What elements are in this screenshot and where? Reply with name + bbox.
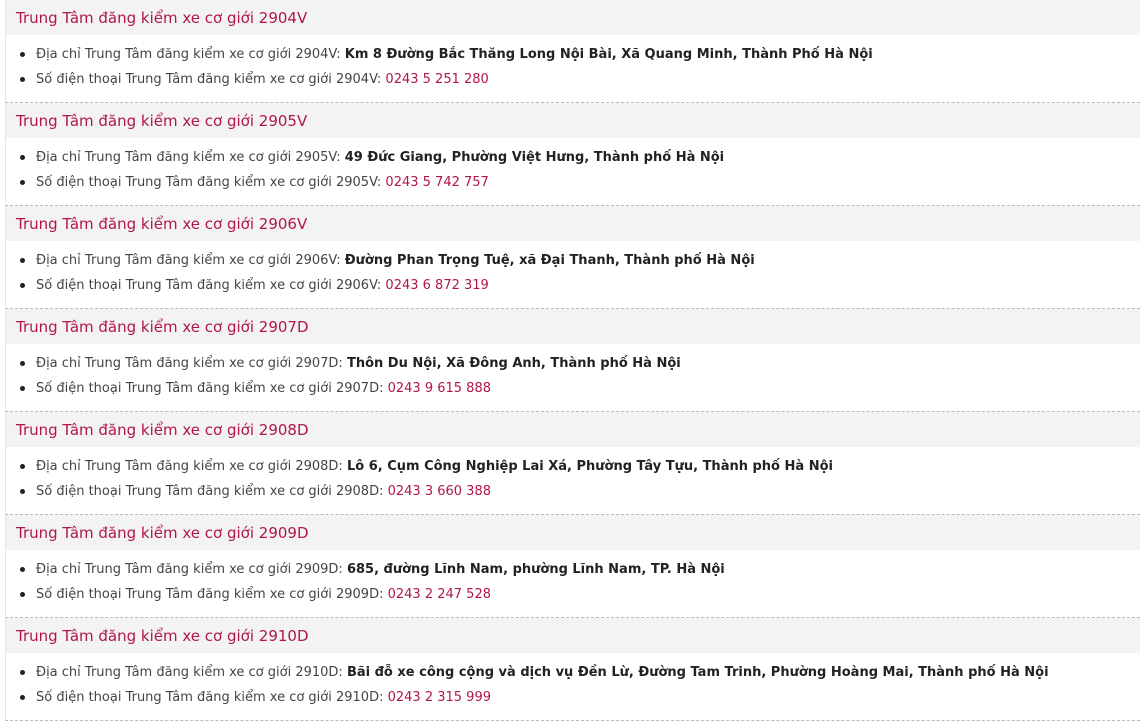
center-details: Địa chỉ Trung Tâm đăng kiểm xe cơ giới 2… bbox=[6, 241, 1140, 298]
bullet-icon bbox=[20, 361, 25, 366]
bullet-icon bbox=[20, 180, 25, 185]
address-item: Địa chỉ Trung Tâm đăng kiểm xe cơ giới 2… bbox=[16, 145, 1140, 170]
address-value: Bãi đỗ xe công cộng và dịch vụ Đền Lừ, Đ… bbox=[346, 665, 1049, 680]
address-item: Địa chỉ Trung Tâm đăng kiểm xe cơ giới 2… bbox=[16, 660, 1140, 685]
center-details: Địa chỉ Trung Tâm đăng kiểm xe cơ giới 2… bbox=[6, 35, 1140, 92]
address-label: Địa chỉ Trung Tâm đăng kiểm xe cơ giới 2… bbox=[36, 47, 345, 62]
phone-link[interactable]: 0243 5 251 280 bbox=[385, 72, 488, 87]
address-value: Đường Phan Trọng Tuệ, xã Đại Thanh, Thàn… bbox=[344, 253, 755, 268]
phone-label: Số điện thoại Trung Tâm đăng kiểm xe cơ … bbox=[36, 484, 388, 499]
phone-item: Số điện thoại Trung Tâm đăng kiểm xe cơ … bbox=[16, 170, 1140, 195]
address-label: Địa chỉ Trung Tâm đăng kiểm xe cơ giới 2… bbox=[36, 562, 347, 577]
phone-link[interactable]: 0243 9 615 888 bbox=[388, 381, 491, 396]
center-title-bar: Trung Tâm đăng kiểm xe cơ giới 2906V bbox=[6, 206, 1140, 241]
bullet-icon bbox=[20, 489, 25, 494]
center-details: Địa chỉ Trung Tâm đăng kiểm xe cơ giới 2… bbox=[6, 550, 1140, 607]
bullet-icon bbox=[20, 567, 25, 572]
phone-item: Số điện thoại Trung Tâm đăng kiểm xe cơ … bbox=[16, 582, 1140, 607]
center-2910d: Trung Tâm đăng kiểm xe cơ giới 2910D Địa… bbox=[5, 618, 1140, 721]
address-value: 49 Đức Giang, Phường Việt Hưng, Thành ph… bbox=[344, 150, 725, 165]
bullet-icon bbox=[20, 258, 25, 263]
phone-link[interactable]: 0243 5 742 757 bbox=[385, 175, 488, 190]
center-2908d: Trung Tâm đăng kiểm xe cơ giới 2908D Địa… bbox=[5, 412, 1140, 515]
center-details: Địa chỉ Trung Tâm đăng kiểm xe cơ giới 2… bbox=[6, 653, 1140, 710]
center-title-bar: Trung Tâm đăng kiểm xe cơ giới 2907D bbox=[6, 309, 1140, 344]
address-label: Địa chỉ Trung Tâm đăng kiểm xe cơ giới 2… bbox=[36, 459, 347, 474]
center-title-bar: Trung Tâm đăng kiểm xe cơ giới 2909D bbox=[6, 515, 1140, 550]
phone-item: Số điện thoại Trung Tâm đăng kiểm xe cơ … bbox=[16, 273, 1140, 298]
center-details: Địa chỉ Trung Tâm đăng kiểm xe cơ giới 2… bbox=[6, 344, 1140, 401]
bullet-icon bbox=[20, 52, 25, 57]
bullet-icon bbox=[20, 77, 25, 82]
phone-label: Số điện thoại Trung Tâm đăng kiểm xe cơ … bbox=[36, 72, 386, 87]
phone-item: Số điện thoại Trung Tâm đăng kiểm xe cơ … bbox=[16, 67, 1140, 92]
address-value: Thôn Du Nội, Xã Đông Anh, Thành phố Hà N… bbox=[346, 356, 681, 371]
phone-label: Số điện thoại Trung Tâm đăng kiểm xe cơ … bbox=[36, 278, 386, 293]
center-2904v: Trung Tâm đăng kiểm xe cơ giới 2904V Địa… bbox=[5, 0, 1140, 103]
address-value: Km 8 Đường Bắc Thăng Long Nội Bài, Xã Qu… bbox=[344, 47, 873, 62]
phone-label: Số điện thoại Trung Tâm đăng kiểm xe cơ … bbox=[36, 690, 388, 705]
center-title: Trung Tâm đăng kiểm xe cơ giới 2905V bbox=[16, 111, 308, 130]
phone-label: Số điện thoại Trung Tâm đăng kiểm xe cơ … bbox=[36, 175, 386, 190]
center-2906v: Trung Tâm đăng kiểm xe cơ giới 2906V Địa… bbox=[5, 206, 1140, 309]
center-title-bar: Trung Tâm đăng kiểm xe cơ giới 2905V bbox=[6, 103, 1140, 138]
address-item: Địa chỉ Trung Tâm đăng kiểm xe cơ giới 2… bbox=[16, 557, 1140, 582]
center-details: Địa chỉ Trung Tâm đăng kiểm xe cơ giới 2… bbox=[6, 138, 1140, 195]
center-title: Trung Tâm đăng kiểm xe cơ giới 2907D bbox=[16, 317, 309, 336]
center-title-bar: Trung Tâm đăng kiểm xe cơ giới 2908D bbox=[6, 412, 1140, 447]
address-item: Địa chỉ Trung Tâm đăng kiểm xe cơ giới 2… bbox=[16, 454, 1140, 479]
center-title-bar: Trung Tâm đăng kiểm xe cơ giới 2904V bbox=[6, 0, 1140, 35]
address-label: Địa chỉ Trung Tâm đăng kiểm xe cơ giới 2… bbox=[36, 356, 347, 371]
phone-label: Số điện thoại Trung Tâm đăng kiểm xe cơ … bbox=[36, 381, 388, 396]
center-title: Trung Tâm đăng kiểm xe cơ giới 2909D bbox=[16, 523, 309, 542]
address-value: 685, đường Lĩnh Nam, phường Lĩnh Nam, TP… bbox=[346, 562, 725, 577]
inspection-center-list: Trung Tâm đăng kiểm xe cơ giới 2904V Địa… bbox=[0, 0, 1140, 726]
address-item: Địa chỉ Trung Tâm đăng kiểm xe cơ giới 2… bbox=[16, 42, 1140, 67]
center-title: Trung Tâm đăng kiểm xe cơ giới 2906V bbox=[16, 214, 308, 233]
phone-link[interactable]: 0243 6 872 319 bbox=[385, 278, 488, 293]
phone-item: Số điện thoại Trung Tâm đăng kiểm xe cơ … bbox=[16, 479, 1140, 504]
center-title: Trung Tâm đăng kiểm xe cơ giới 2904V bbox=[16, 8, 308, 27]
address-label: Địa chỉ Trung Tâm đăng kiểm xe cơ giới 2… bbox=[36, 665, 347, 680]
phone-link[interactable]: 0243 2 247 528 bbox=[388, 587, 491, 602]
bullet-icon bbox=[20, 155, 25, 160]
center-title: Trung Tâm đăng kiểm xe cơ giới 2908D bbox=[16, 420, 309, 439]
bullet-icon bbox=[20, 695, 25, 700]
bullet-icon bbox=[20, 283, 25, 288]
center-details: Địa chỉ Trung Tâm đăng kiểm xe cơ giới 2… bbox=[6, 447, 1140, 504]
phone-link[interactable]: 0243 2 315 999 bbox=[388, 690, 491, 705]
address-label: Địa chỉ Trung Tâm đăng kiểm xe cơ giới 2… bbox=[36, 253, 345, 268]
center-2905v: Trung Tâm đăng kiểm xe cơ giới 2905V Địa… bbox=[5, 103, 1140, 206]
bullet-icon bbox=[20, 592, 25, 597]
phone-item: Số điện thoại Trung Tâm đăng kiểm xe cơ … bbox=[16, 376, 1140, 401]
address-label: Địa chỉ Trung Tâm đăng kiểm xe cơ giới 2… bbox=[36, 150, 345, 165]
bullet-icon bbox=[20, 386, 25, 391]
phone-label: Số điện thoại Trung Tâm đăng kiểm xe cơ … bbox=[36, 587, 388, 602]
address-value: Lô 6, Cụm Công Nghiệp Lai Xá, Phường Tây… bbox=[346, 459, 833, 474]
address-item: Địa chỉ Trung Tâm đăng kiểm xe cơ giới 2… bbox=[16, 351, 1140, 376]
center-2907d: Trung Tâm đăng kiểm xe cơ giới 2907D Địa… bbox=[5, 309, 1140, 412]
bullet-icon bbox=[20, 464, 25, 469]
phone-item: Số điện thoại Trung Tâm đăng kiểm xe cơ … bbox=[16, 685, 1140, 710]
address-item: Địa chỉ Trung Tâm đăng kiểm xe cơ giới 2… bbox=[16, 248, 1140, 273]
phone-link[interactable]: 0243 3 660 388 bbox=[388, 484, 491, 499]
center-title-bar: Trung Tâm đăng kiểm xe cơ giới 2910D bbox=[6, 618, 1140, 653]
bullet-icon bbox=[20, 670, 25, 675]
center-title: Trung Tâm đăng kiểm xe cơ giới 2910D bbox=[16, 626, 309, 645]
center-2909d: Trung Tâm đăng kiểm xe cơ giới 2909D Địa… bbox=[5, 515, 1140, 618]
